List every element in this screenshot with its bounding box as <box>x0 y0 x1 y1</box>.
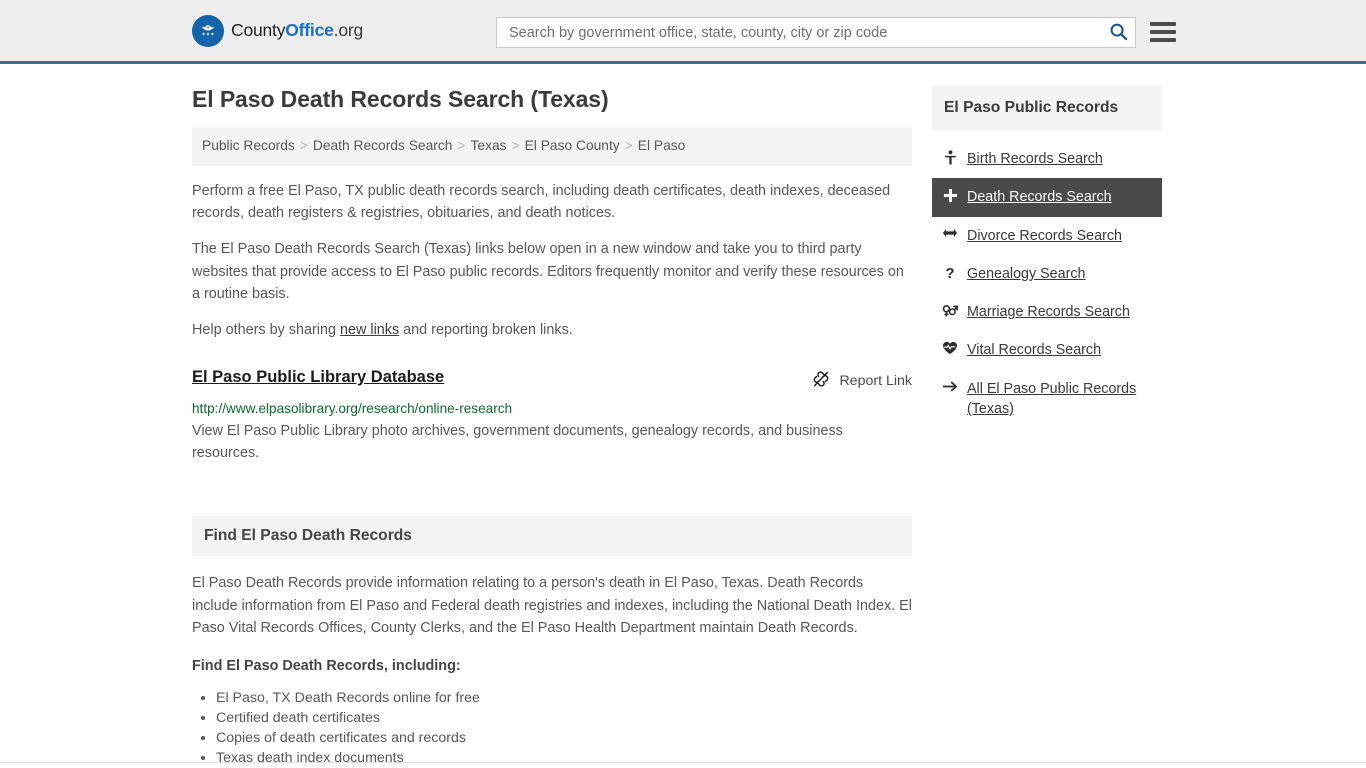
sidebar-item-birth-records-search[interactable]: Birth Records Search <box>932 140 1162 178</box>
breadcrumb-item-el-paso: El Paso <box>637 138 686 153</box>
page-title: El Paso Death Records Search (Texas) <box>192 86 609 112</box>
sidebar-item-label: Marriage Records Search <box>967 304 1130 321</box>
breadcrumb-item-public-records[interactable]: Public Records <box>202 138 295 153</box>
brand-wordmark: CountyOffice.org <box>231 20 363 41</box>
brand-part-org: .org <box>333 20 364 40</box>
find-records-section: Find El Paso Death Records El Paso Death… <box>192 516 912 768</box>
eagle-stars-logo <box>192 14 224 47</box>
arrow-right-icon <box>942 380 958 393</box>
report-link-label: Report Link <box>839 372 912 389</box>
main-column: El Paso Death Records Search (Texas) Pub… <box>192 86 912 768</box>
sidebar-item-death-records-search[interactable]: Death Records Search <box>932 178 1162 217</box>
result-description: View El Paso Public Library photo archiv… <box>192 422 843 462</box>
search-bar[interactable] <box>496 17 1136 48</box>
footer-divider <box>0 762 1366 763</box>
second-paragraph: The El Paso Death Records Search (Texas)… <box>192 241 904 302</box>
help-suffix: and reporting broken links. <box>399 322 573 339</box>
breadcrumb-separator: > <box>457 138 466 153</box>
list-item: Copies of death certificates and records <box>216 728 912 748</box>
breadcrumb-separator: > <box>624 138 633 153</box>
sidebar-item-label: Genealogy Search <box>967 265 1086 282</box>
sidebar-item-all-public-records[interactable]: All El Paso Public Records (Texas) <box>932 370 1162 429</box>
section-paragraph: El Paso Death Records provide informatio… <box>192 575 912 636</box>
result-entry: El Paso Public Library Database Report L… <box>192 368 912 465</box>
intro-paragraph: Perform a free El Paso, TX public death … <box>192 182 891 222</box>
sidebar-item-genealogy-search[interactable]: ? Genealogy Search <box>932 255 1162 293</box>
breadcrumb-item-death-records-search[interactable]: Death Records Search <box>313 138 453 153</box>
hamburger-bar-1 <box>1150 22 1176 26</box>
sidebar-item-label: Divorce Records Search <box>967 227 1122 244</box>
search-icon <box>1109 22 1128 44</box>
left-right-arrow-icon <box>942 227 958 239</box>
list-item: Certified death certificates <box>216 708 912 728</box>
sidebar: El Paso Public Records Birth Records Sea… <box>932 86 1162 768</box>
search-submit-button[interactable] <box>1101 18 1135 47</box>
baby-icon <box>942 150 958 165</box>
svg-text:?: ? <box>945 265 954 281</box>
sidebar-item-vital-records-search[interactable]: Vital Records Search <box>932 331 1162 369</box>
broken-link-icon <box>812 370 830 392</box>
breadcrumb-separator: > <box>299 138 308 153</box>
result-title-link[interactable]: El Paso Public Library Database <box>192 368 444 387</box>
heartbeat-icon <box>942 341 958 355</box>
list-item: El Paso, TX Death Records online for fre… <box>216 688 912 708</box>
help-paragraph: Help others by sharing new links and rep… <box>192 319 912 341</box>
search-input[interactable] <box>497 18 1101 47</box>
sidebar-item-label: Birth Records Search <box>967 151 1103 167</box>
report-link-button[interactable]: Report Link <box>812 370 912 392</box>
breadcrumb-separator: > <box>511 138 520 153</box>
sidebar-item-label: Death Records Search <box>967 189 1112 206</box>
result-url: http://www.elpasolibrary.org/research/on… <box>192 400 513 416</box>
cross-plus-icon <box>942 188 958 203</box>
section-list-heading: Find El Paso Death Records, including: <box>192 658 461 675</box>
sidebar-item-label: Vital Records Search <box>967 342 1102 359</box>
hamburger-bar-2 <box>1150 30 1176 34</box>
sidebar-item-label: All El Paso Public Records (Texas) <box>967 380 1137 418</box>
venus-mars-icon <box>942 303 958 318</box>
records-bullet-list: El Paso, TX Death Records online for fre… <box>192 688 912 768</box>
site-logo-link[interactable]: CountyOffice.org <box>192 14 363 47</box>
hamburger-bar-3 <box>1150 38 1176 42</box>
new-links-link[interactable]: new links <box>340 322 399 338</box>
breadcrumb-item-el-paso-county[interactable]: El Paso County <box>525 138 620 153</box>
brand-part-office: Office <box>285 20 334 40</box>
section-heading: Find El Paso Death Records <box>192 516 912 557</box>
breadcrumb: Public Records > Death Records Search > Texa… <box>192 127 912 166</box>
brand-part-county: County <box>231 20 286 40</box>
breadcrumb-item-texas[interactable]: Texas <box>471 138 507 153</box>
sidebar-item-marriage-records-search[interactable]: Marriage Records Search <box>932 293 1162 331</box>
sidebar-item-divorce-records-search[interactable]: Divorce Records Search <box>932 217 1162 255</box>
site-header: CountyOffice.org <box>0 0 1366 64</box>
page-container: El Paso Death Records Search (Texas) Pub… <box>0 64 1366 768</box>
sidebar-heading: El Paso Public Records <box>932 86 1162 130</box>
sidebar-list: Birth Records Search Death Records Searc… <box>932 140 1162 428</box>
question-mark-icon: ? <box>942 265 958 281</box>
hamburger-menu-icon[interactable] <box>1150 18 1176 46</box>
list-item: Texas death index documents <box>216 748 912 768</box>
help-prefix: Help others by sharing <box>192 322 340 339</box>
